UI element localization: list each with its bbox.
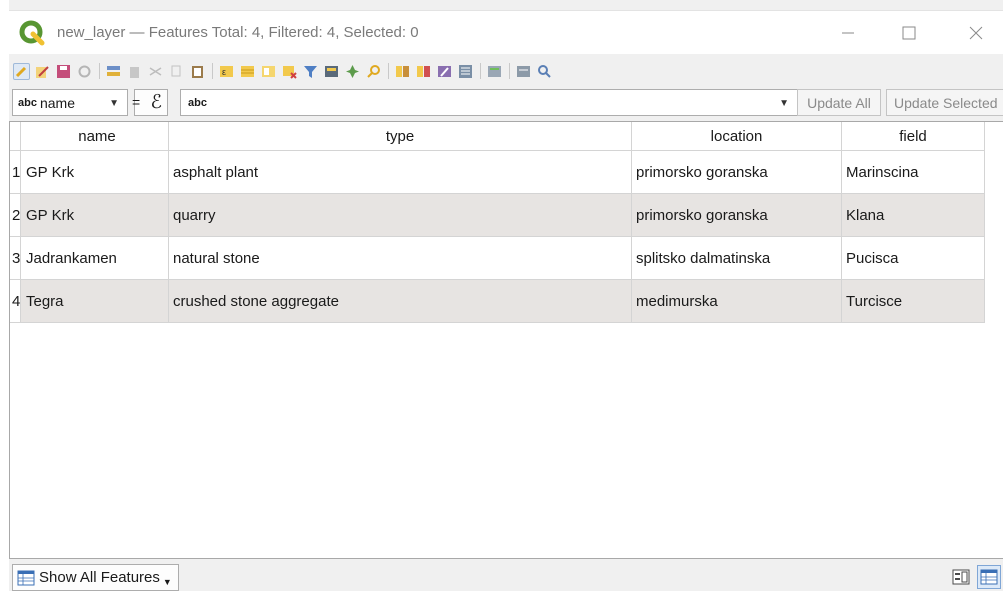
paste-icon[interactable] — [189, 63, 206, 80]
row-number[interactable]: 1 — [10, 151, 21, 194]
pan-to-selected-icon[interactable] — [344, 63, 361, 80]
table-row[interactable]: 1 GP Krk asphalt plant primorsko goransk… — [10, 151, 985, 194]
table-row[interactable]: 2 GP Krk quarry primorsko goranska Klana — [10, 194, 985, 237]
attribute-table-window: new_layer — Features Total: 4, Filtered:… — [0, 0, 1003, 591]
form-view-button[interactable] — [949, 565, 973, 589]
dock-table-icon[interactable] — [536, 63, 553, 80]
toolbar-separator — [212, 63, 213, 79]
delete-selected-icon[interactable] — [126, 63, 143, 80]
table-row[interactable]: 4 Tegra crushed stone aggregate medimurs… — [10, 280, 985, 323]
table-view-icon — [980, 569, 998, 585]
add-feature-icon[interactable] — [105, 63, 122, 80]
cell-field[interactable]: Pucisca — [842, 237, 985, 280]
expression-button[interactable]: = ℰ — [132, 89, 168, 116]
toggle-multi-edit-icon[interactable] — [34, 63, 51, 80]
maximize-button[interactable] — [886, 11, 932, 55]
cell-type[interactable]: crushed stone aggregate — [169, 280, 632, 323]
bottom-bar: Show All Features ▼ — [9, 561, 1003, 591]
cell-field[interactable]: Marinscina — [842, 151, 985, 194]
new-field-icon[interactable] — [394, 63, 411, 80]
field-select-value: name — [39, 94, 75, 111]
actions-icon[interactable] — [515, 63, 532, 80]
field-select[interactable]: abc name ▼ — [12, 89, 128, 116]
column-header-type[interactable]: type — [169, 122, 632, 151]
cell-field[interactable]: Turcisce — [842, 280, 985, 323]
cell-location[interactable]: medimurska — [632, 280, 842, 323]
cell-location[interactable]: splitsko dalmatinska — [632, 237, 842, 280]
cell-name[interactable]: GP Krk — [21, 151, 169, 194]
qgis-logo-icon — [19, 20, 45, 46]
window-title: new_layer — Features Total: 4, Filtered:… — [57, 24, 419, 41]
chevron-down-icon: ▼ — [109, 98, 119, 109]
maximize-icon — [902, 26, 916, 40]
cell-name[interactable]: Jadrankamen — [21, 237, 169, 280]
update-value-input[interactable]: abc ▼ — [180, 89, 800, 116]
cell-name[interactable]: Tegra — [21, 280, 169, 323]
toolbar-separator — [480, 63, 481, 79]
minimize-icon — [842, 32, 854, 34]
invert-selection-icon[interactable] — [260, 63, 277, 80]
cell-type[interactable]: natural stone — [169, 237, 632, 280]
title-bar[interactable]: new_layer — Features Total: 4, Filtered:… — [9, 10, 1003, 54]
minimize-button[interactable] — [825, 11, 871, 55]
row-number[interactable]: 3 — [10, 237, 21, 280]
update-all-button[interactable]: Update All — [797, 89, 881, 116]
chevron-down-icon: ▼ — [162, 576, 172, 587]
select-all-icon[interactable] — [239, 63, 256, 80]
cell-name[interactable]: GP Krk — [21, 194, 169, 237]
attribute-toolbar: ε — [9, 57, 1003, 85]
select-by-expression-icon[interactable]: ε — [218, 63, 235, 80]
toolbar-separator — [388, 63, 389, 79]
cell-type[interactable]: asphalt plant — [169, 151, 632, 194]
field-update-bar: abc name ▼ = ℰ abc ▼ Update All Update S… — [9, 87, 1003, 117]
expression-icon: ℰ — [150, 91, 162, 113]
attribute-table[interactable]: name type location field 1 GP Krk asphal… — [9, 121, 1003, 559]
form-view-icon — [952, 569, 970, 585]
close-icon — [969, 26, 983, 40]
filter-select-icon[interactable] — [302, 63, 319, 80]
table-filter-icon — [17, 569, 35, 587]
table-view-button[interactable] — [977, 565, 1001, 589]
row-number[interactable]: 4 — [10, 280, 21, 323]
equals-label: = — [132, 94, 141, 110]
column-header-name[interactable]: name — [21, 122, 169, 151]
show-features-button[interactable]: Show All Features ▼ — [12, 564, 179, 591]
update-selected-button[interactable]: Update Selected — [886, 89, 1003, 116]
row-number[interactable]: 2 — [10, 194, 21, 237]
corner-cell[interactable] — [10, 122, 21, 151]
cell-location[interactable]: primorsko goranska — [632, 194, 842, 237]
cell-location[interactable]: primorsko goranska — [632, 151, 842, 194]
cell-type[interactable]: quarry — [169, 194, 632, 237]
table-header: name type location field — [10, 122, 985, 151]
copy-icon[interactable] — [168, 63, 185, 80]
toolbar-separator — [509, 63, 510, 79]
chevron-down-icon[interactable]: ▼ — [779, 98, 789, 109]
svg-text:ε: ε — [222, 67, 226, 77]
toggle-editing-icon[interactable] — [13, 62, 30, 80]
zoom-to-selected-icon[interactable] — [365, 63, 382, 80]
organize-columns-icon[interactable] — [436, 63, 453, 80]
field-type-tag: abc — [18, 96, 37, 109]
value-type-tag: abc — [188, 96, 207, 109]
table-row[interactable]: 3 Jadrankamen natural stone splitsko dal… — [10, 237, 985, 280]
close-button[interactable] — [953, 11, 999, 55]
move-selection-top-icon[interactable] — [323, 63, 340, 80]
conditional-formatting-icon[interactable] — [486, 63, 503, 80]
cut-icon[interactable] — [147, 63, 164, 80]
column-header-field[interactable]: field — [842, 122, 985, 151]
column-header-location[interactable]: location — [632, 122, 842, 151]
field-calculator-icon[interactable] — [457, 63, 474, 80]
reload-table-icon[interactable] — [76, 63, 93, 80]
delete-field-icon[interactable] — [415, 63, 432, 80]
toolbar-separator — [99, 63, 100, 79]
cell-field[interactable]: Klana — [842, 194, 985, 237]
left-margin — [0, 0, 9, 591]
deselect-all-icon[interactable] — [281, 63, 298, 80]
save-edits-icon[interactable] — [55, 63, 72, 80]
show-features-label: Show All Features — [39, 569, 160, 586]
